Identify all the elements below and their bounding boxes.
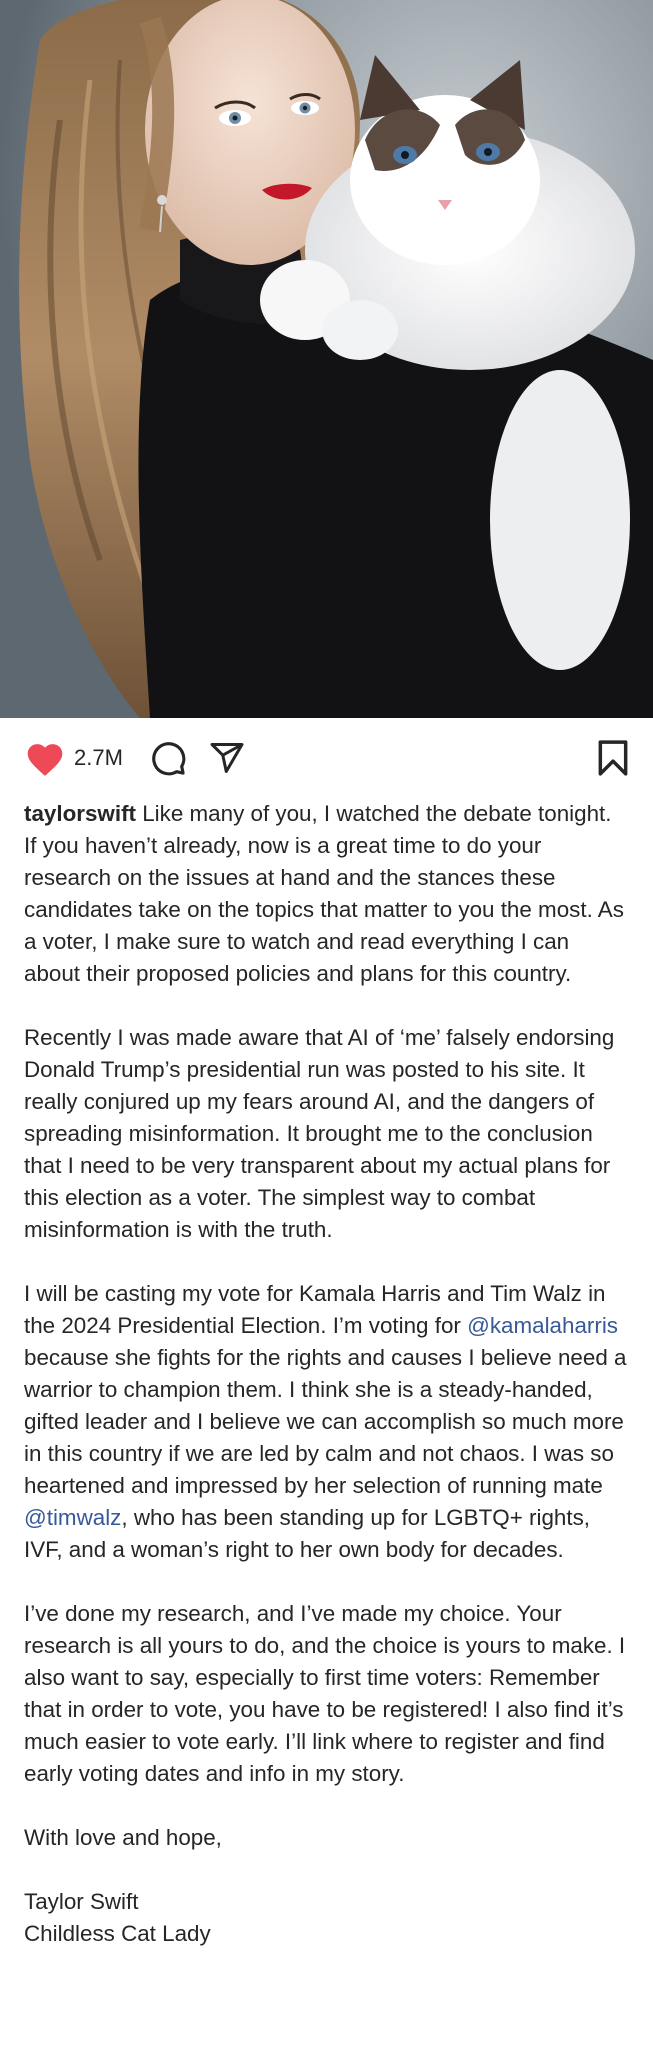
bookmark-icon [598, 740, 628, 776]
action-bar-left: 2.7M [24, 739, 245, 777]
caption-text-4: I’ve done my research, and I’ve made my … [24, 1601, 626, 1786]
heart-icon [27, 744, 63, 776]
caption-text-5: With love and hope, [24, 1825, 222, 1850]
caption-signature-name: Taylor Swift [24, 1886, 629, 1918]
like-button[interactable] [24, 739, 66, 777]
mention-link-timwalz[interactable]: @timwalz [24, 1505, 121, 1530]
caption-signature-title: Childless Cat Lady [24, 1918, 629, 1950]
caption-paragraph-3: I will be casting my vote for Kamala Har… [24, 1278, 629, 1566]
signature-name: Taylor Swift [24, 1889, 139, 1914]
comment-bubble-icon [152, 742, 186, 776]
send-icon [210, 743, 244, 773]
caption-text-1: Like many of you, I watched the debate t… [24, 801, 624, 986]
instagram-post: 2.7M taylorswift Like many of you, I wat… [0, 0, 653, 1950]
like-count[interactable]: 2.7M [74, 745, 123, 771]
caption-text-2: Recently I was made aware that AI of ‘me… [24, 1025, 615, 1242]
mention-link-kamalaharris[interactable]: @kamalaharris [467, 1313, 618, 1338]
share-button[interactable] [209, 740, 245, 776]
portrait-illustration [0, 0, 653, 718]
comment-button[interactable] [149, 739, 187, 777]
caption-paragraph-2: Recently I was made aware that AI of ‘me… [24, 1022, 629, 1246]
caption-paragraph-1: taylorswift Like many of you, I watched … [24, 798, 629, 990]
save-button[interactable] [597, 739, 629, 777]
post-caption: taylorswift Like many of you, I watched … [0, 798, 653, 1950]
caption-paragraph-5: With love and hope, [24, 1822, 629, 1854]
post-image[interactable] [0, 0, 653, 718]
post-username[interactable]: taylorswift [24, 801, 136, 826]
signature-title: Childless Cat Lady [24, 1921, 211, 1946]
post-action-bar: 2.7M [0, 718, 653, 798]
caption-text-3b: because she fights for the rights and ca… [24, 1345, 627, 1498]
caption-paragraph-4: I’ve done my research, and I’ve made my … [24, 1598, 629, 1790]
